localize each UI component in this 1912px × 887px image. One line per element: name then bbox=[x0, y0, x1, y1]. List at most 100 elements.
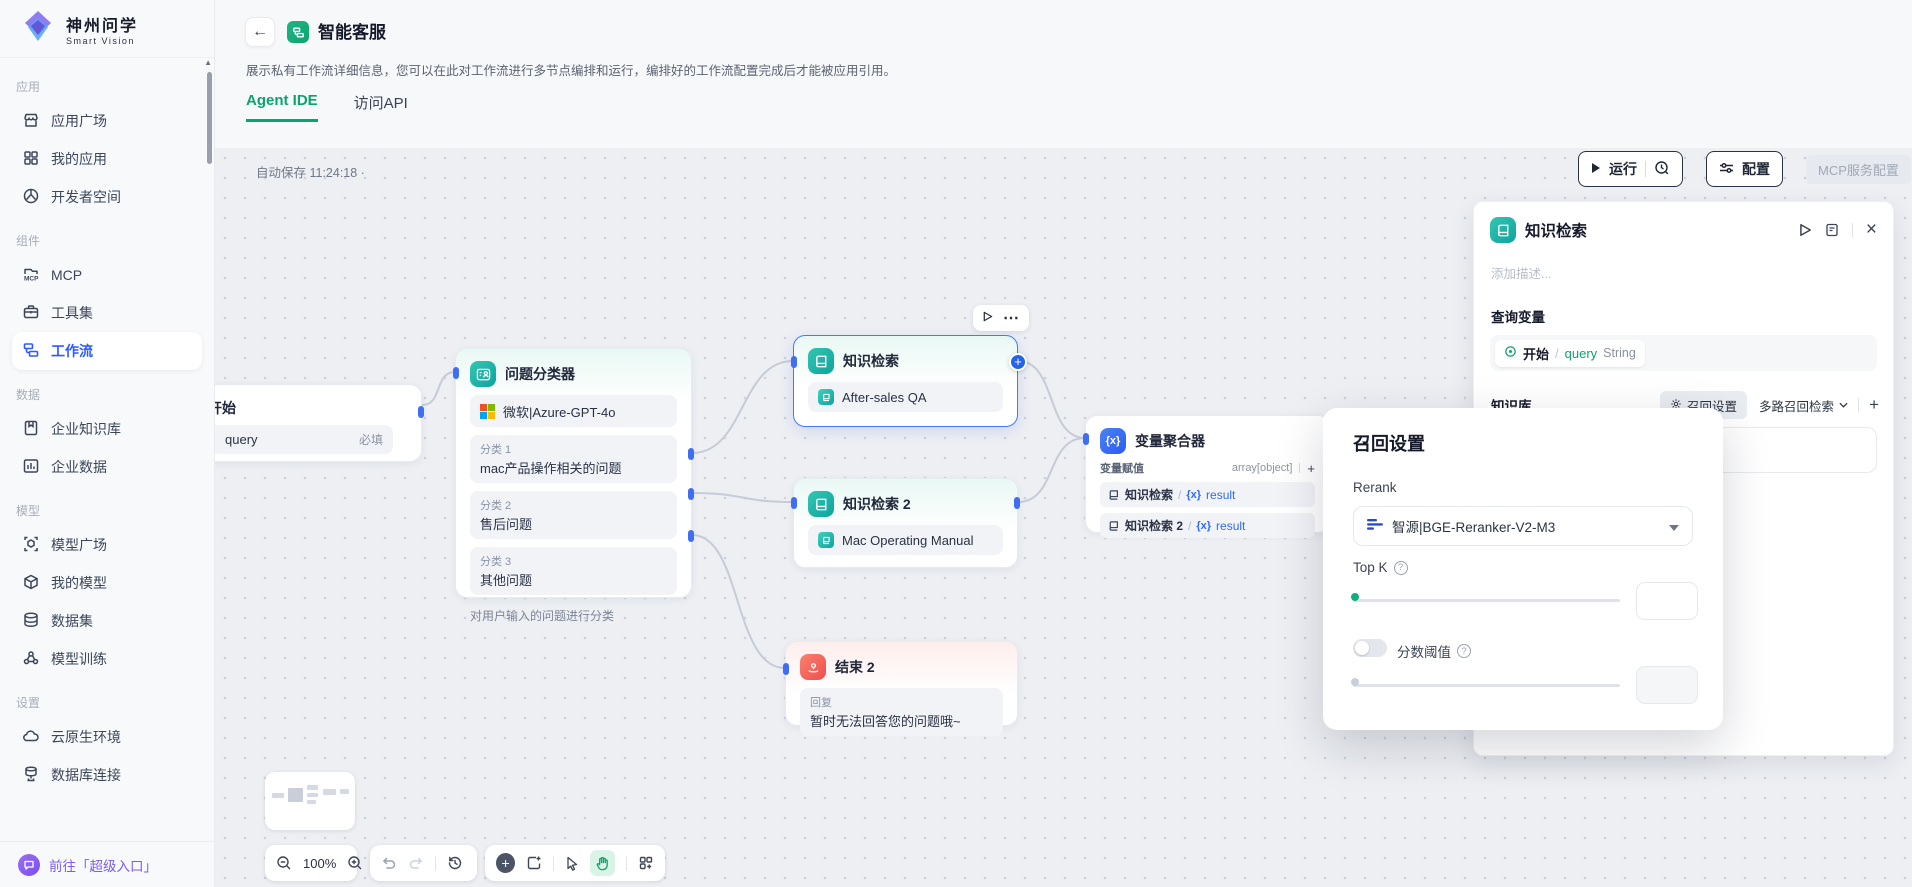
port-classifier-out-3[interactable] bbox=[688, 530, 694, 542]
score-threshold-label: 分数阈值? bbox=[1397, 641, 1471, 661]
help-icon[interactable]: ? bbox=[1457, 644, 1471, 658]
sidebar-item-knowledge-base[interactable]: 企业知识库 bbox=[12, 410, 202, 448]
zoom-in-icon[interactable] bbox=[347, 855, 363, 871]
page-header: ← 智能客服 展示私有工作流详细信息，您可以在此对工作流进行多节点编排和运行，编… bbox=[215, 0, 1912, 148]
redo-icon[interactable] bbox=[408, 855, 424, 871]
sidebar-item-db-connection[interactable]: 数据库连接 bbox=[12, 756, 202, 794]
node-aggregator-title: 变量聚合器 bbox=[1135, 431, 1205, 451]
training-icon bbox=[22, 649, 40, 670]
score-threshold-toggle[interactable] bbox=[1353, 639, 1387, 657]
rerank-model-dropdown[interactable]: 智源|BGE-Reranker-V2-M3 bbox=[1353, 506, 1693, 546]
logo-subtitle: Smart Vision bbox=[66, 36, 138, 46]
sidebar-footer-super-entry[interactable]: 前往「超级入口」 bbox=[0, 841, 214, 887]
sidebar-item-my-models[interactable]: 我的模型 bbox=[12, 564, 202, 602]
sidebar-scroll-up-icon[interactable]: ▲ bbox=[204, 58, 212, 67]
node-more-icon[interactable]: ⋯ bbox=[1003, 308, 1020, 328]
sidebar-item-mcp[interactable]: MCP MCP bbox=[12, 256, 202, 294]
undo-icon[interactable] bbox=[381, 855, 397, 871]
workflow-icon bbox=[22, 341, 40, 362]
topk-input[interactable] bbox=[1636, 582, 1698, 620]
tab-agent-ide[interactable]: Agent IDE bbox=[246, 92, 318, 122]
node-aggregator[interactable]: {x} 变量聚合器 变量赋值 array[object] + 知识检索/ {x}… bbox=[1085, 415, 1330, 533]
node-hover-toolbar: ⋯ bbox=[973, 305, 1029, 331]
workflow-app-icon bbox=[287, 21, 309, 43]
page-description: 展示私有工作流详细信息，您可以在此对工作流进行多节点编排和运行，编排好的工作流配… bbox=[246, 60, 896, 79]
config-button[interactable]: 配置 bbox=[1706, 151, 1783, 187]
cursor-icon[interactable] bbox=[565, 856, 579, 871]
history-icon[interactable] bbox=[447, 855, 463, 871]
apps-grid-icon bbox=[22, 149, 40, 170]
storefront-icon bbox=[22, 111, 40, 132]
port-classifier-out-1[interactable] bbox=[688, 448, 694, 460]
auto-layout-icon[interactable] bbox=[638, 855, 654, 871]
page-title: 智能客服 bbox=[318, 18, 386, 43]
sidebar-item-app-plaza[interactable]: 应用广场 bbox=[12, 102, 202, 140]
sidebar-item-model-training[interactable]: 模型训练 bbox=[12, 640, 202, 678]
sidebar-item-datasets[interactable]: 数据集 bbox=[12, 602, 202, 640]
classifier-model: 微软|Azure-GPT-4o bbox=[503, 402, 615, 421]
sidebar-item-developer-space[interactable]: 开发者空间 bbox=[12, 178, 202, 216]
sidebar-item-enterprise-data[interactable]: 企业数据 bbox=[12, 448, 202, 486]
help-icon[interactable]: ? bbox=[1394, 561, 1408, 575]
port-end-2-in[interactable] bbox=[783, 663, 789, 675]
zoom-out-icon[interactable] bbox=[276, 855, 292, 871]
classifier-category-2: 分类 2 售后问题 bbox=[470, 491, 677, 539]
sidebar-item-my-apps[interactable]: 我的应用 bbox=[12, 140, 202, 178]
aggregator-assign-label: 变量赋值 bbox=[1100, 460, 1144, 476]
port-aggregator-in[interactable] bbox=[1083, 433, 1089, 445]
zoom-level: 100% bbox=[303, 856, 336, 871]
add-node-icon[interactable]: + bbox=[496, 853, 515, 873]
query-variable-label: 查询变量 bbox=[1474, 282, 1893, 326]
aggregator-type-label: array[object] bbox=[1232, 462, 1293, 474]
panel-description-placeholder[interactable]: 添加描述... bbox=[1474, 243, 1893, 282]
rerank-label: Rerank bbox=[1353, 480, 1397, 495]
port-start-out[interactable] bbox=[418, 406, 424, 418]
run-label: 运行 bbox=[1609, 159, 1637, 179]
minimap[interactable] bbox=[265, 772, 355, 830]
back-button[interactable]: ← bbox=[245, 17, 275, 47]
retrieval-mode-dropdown[interactable]: 多路召回检索 bbox=[1759, 396, 1848, 415]
node-retrieval-1-kb: After-sales QA bbox=[842, 390, 927, 405]
sidebar-item-label: 模型训练 bbox=[51, 649, 107, 669]
panel-close-icon[interactable]: × bbox=[1866, 223, 1877, 237]
node-retrieval-2[interactable]: 知识检索 2 Mac Operating Manual bbox=[793, 478, 1018, 568]
panel-run-icon[interactable] bbox=[1798, 223, 1812, 237]
knowledge-book-icon bbox=[808, 491, 834, 517]
node-start[interactable]: 开始 query 必填 bbox=[215, 384, 422, 462]
schedule-clock-icon[interactable] bbox=[1654, 160, 1670, 179]
port-retrieval-2-out[interactable] bbox=[1014, 497, 1020, 509]
query-variable-row[interactable]: 开始 / query String bbox=[1490, 335, 1877, 371]
sidebar-item-label: 数据库连接 bbox=[51, 765, 121, 785]
aggregator-add-icon[interactable]: + bbox=[1307, 461, 1315, 476]
node-classifier[interactable]: 问题分类器 微软|Azure-GPT-4o 分类 1 mac产品操作相关的问题 … bbox=[455, 348, 692, 598]
dataset-icon bbox=[22, 611, 40, 632]
pan-hand-icon[interactable] bbox=[590, 850, 615, 876]
node-retrieval-1[interactable]: 知识检索 After-sales QA + bbox=[793, 335, 1018, 427]
add-knowledge-base-button[interactable]: + bbox=[1869, 395, 1879, 415]
topk-slider-track[interactable] bbox=[1353, 599, 1620, 602]
sidebar-item-model-plaza[interactable]: 模型广场 bbox=[12, 526, 202, 564]
node-classifier-title: 问题分类器 bbox=[505, 364, 575, 384]
tab-api[interactable]: 访问API bbox=[354, 92, 408, 122]
node-end-2[interactable]: 结束 2 回复 暂时无法回答您的问题哦~ bbox=[785, 641, 1018, 726]
port-retrieval-1-in[interactable] bbox=[791, 356, 797, 368]
sidebar-item-workflow[interactable]: 工作流 bbox=[12, 332, 202, 370]
node-retrieval-2-title: 知识检索 2 bbox=[843, 494, 911, 514]
annotation-icon[interactable] bbox=[526, 855, 542, 871]
mcp-config-button[interactable]: MCP服务配置 bbox=[1806, 155, 1911, 184]
port-retrieval-2-in[interactable] bbox=[791, 497, 797, 509]
sidebar-item-cloud-native[interactable]: 云原生环境 bbox=[12, 718, 202, 756]
node-toolbar: + bbox=[485, 845, 665, 881]
run-button[interactable]: 运行 bbox=[1578, 151, 1683, 187]
port-classifier-out-2[interactable] bbox=[688, 488, 694, 500]
add-next-node-button[interactable]: + bbox=[1009, 353, 1027, 371]
port-classifier-in[interactable] bbox=[453, 367, 459, 379]
config-label: 配置 bbox=[1742, 159, 1770, 179]
panel-note-icon[interactable] bbox=[1825, 223, 1839, 237]
sidebar-item-toolbox[interactable]: 工具集 bbox=[12, 294, 202, 332]
node-run-icon[interactable] bbox=[982, 309, 993, 327]
knowledge-base-icon bbox=[22, 419, 40, 440]
sidebar-scrollbar[interactable] bbox=[207, 72, 212, 164]
play-icon bbox=[1591, 161, 1601, 177]
topk-slider-handle[interactable] bbox=[1351, 593, 1359, 601]
